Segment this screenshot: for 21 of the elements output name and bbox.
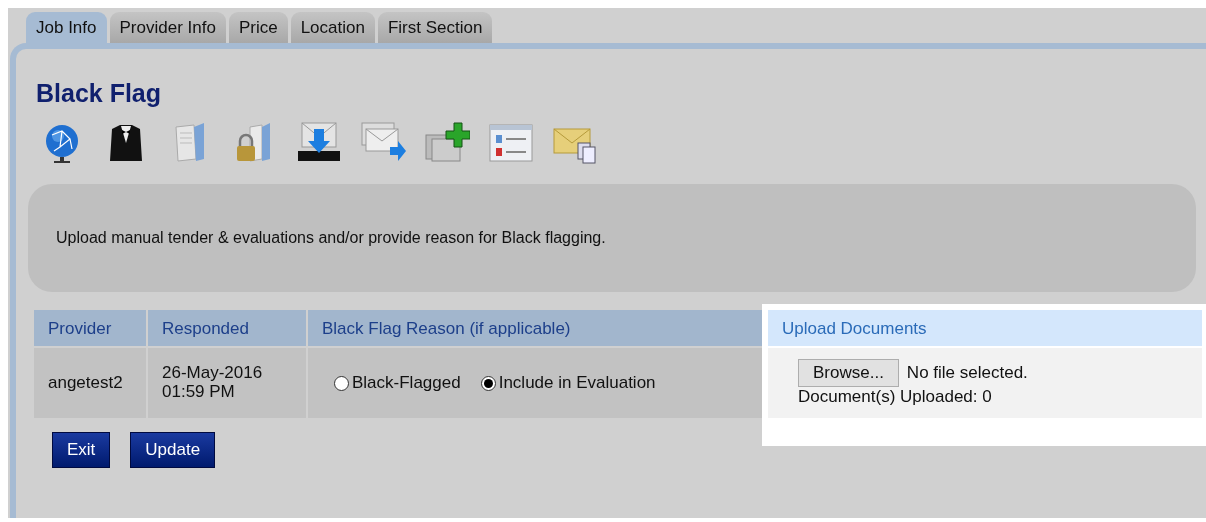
column-header: Responded (148, 310, 306, 346)
action-button[interactable]: Update (130, 432, 216, 468)
tab[interactable]: Provider Info (109, 12, 226, 43)
tab[interactable]: Location (290, 12, 375, 43)
table-cell: angetest2 (34, 348, 146, 418)
radio-label: Black-Flagged (352, 373, 461, 393)
table-cell: 26-May-2016 01:59 PM (148, 348, 306, 418)
tab[interactable]: Price (228, 12, 288, 43)
browse-button[interactable]: Browse... (798, 359, 899, 387)
column-header: Provider (34, 310, 146, 346)
tab[interactable]: Job Info (26, 12, 107, 43)
action-button[interactable]: Exit (52, 432, 111, 468)
instruction-text: Upload manual tender & evaluations and/or provide reason for Black flagging. (28, 184, 1196, 292)
uploaded-count: Document(s) Uploaded: 0 (798, 387, 992, 407)
tab[interactable]: First Section (377, 12, 493, 43)
radio-button[interactable] (334, 375, 349, 391)
page-title: Black Flag (36, 79, 163, 108)
file-status: No file selected. (906, 363, 1028, 383)
radio-label: Include in Evaluation (498, 373, 656, 393)
column-header: Upload Documents (768, 310, 1202, 346)
radio-button[interactable] (480, 375, 496, 391)
